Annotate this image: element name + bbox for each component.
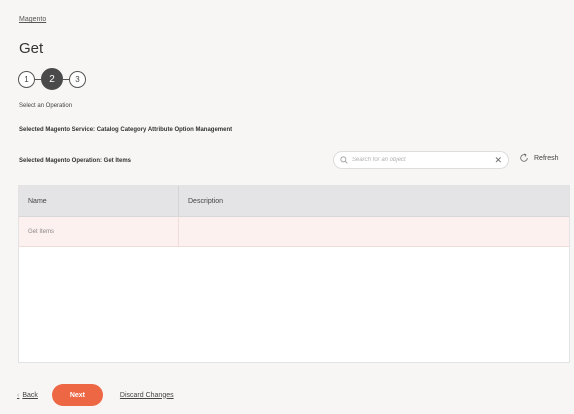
column-header-name[interactable]: Name [19,186,179,216]
step-2-active[interactable]: 2 [41,68,63,90]
next-button[interactable]: Next [51,384,103,406]
search-input[interactable] [352,157,495,163]
cell-name: Get Items [19,217,179,246]
chevron-left-icon: ‹ [17,391,20,399]
table-header: Name Description [19,186,569,217]
selected-service-label: Selected Magento Service: Catalog Catego… [19,127,233,133]
page-title: Get [19,40,44,57]
cell-description [179,217,569,246]
footer: ‹ Back Next Discard Changes [17,384,174,406]
refresh-icon [520,153,528,162]
step-3[interactable]: 3 [69,70,86,88]
refresh-label: Refresh [534,154,559,162]
refresh-button[interactable]: Refresh [519,153,559,163]
breadcrumb-magento[interactable]: Magento [19,16,46,23]
clear-search-icon[interactable]: ✕ [494,155,502,165]
discard-changes-link[interactable]: Discard Changes [120,392,174,399]
search-icon [340,156,348,164]
column-header-description[interactable]: Description [179,186,569,216]
table-row-selected[interactable]: Get Items [19,217,569,247]
back-button[interactable]: ‹ Back [17,392,38,399]
back-label: Back [22,391,38,399]
step-subtitle: Select an Operation [19,103,73,109]
selected-operation-label: Selected Magento Operation: Get Items [19,158,132,164]
search-box[interactable]: ✕ [333,151,509,169]
operations-table: Name Description Get Items [18,185,570,363]
step-1[interactable]: 1 [18,70,35,88]
stepper: 1 2 3 [18,68,86,90]
